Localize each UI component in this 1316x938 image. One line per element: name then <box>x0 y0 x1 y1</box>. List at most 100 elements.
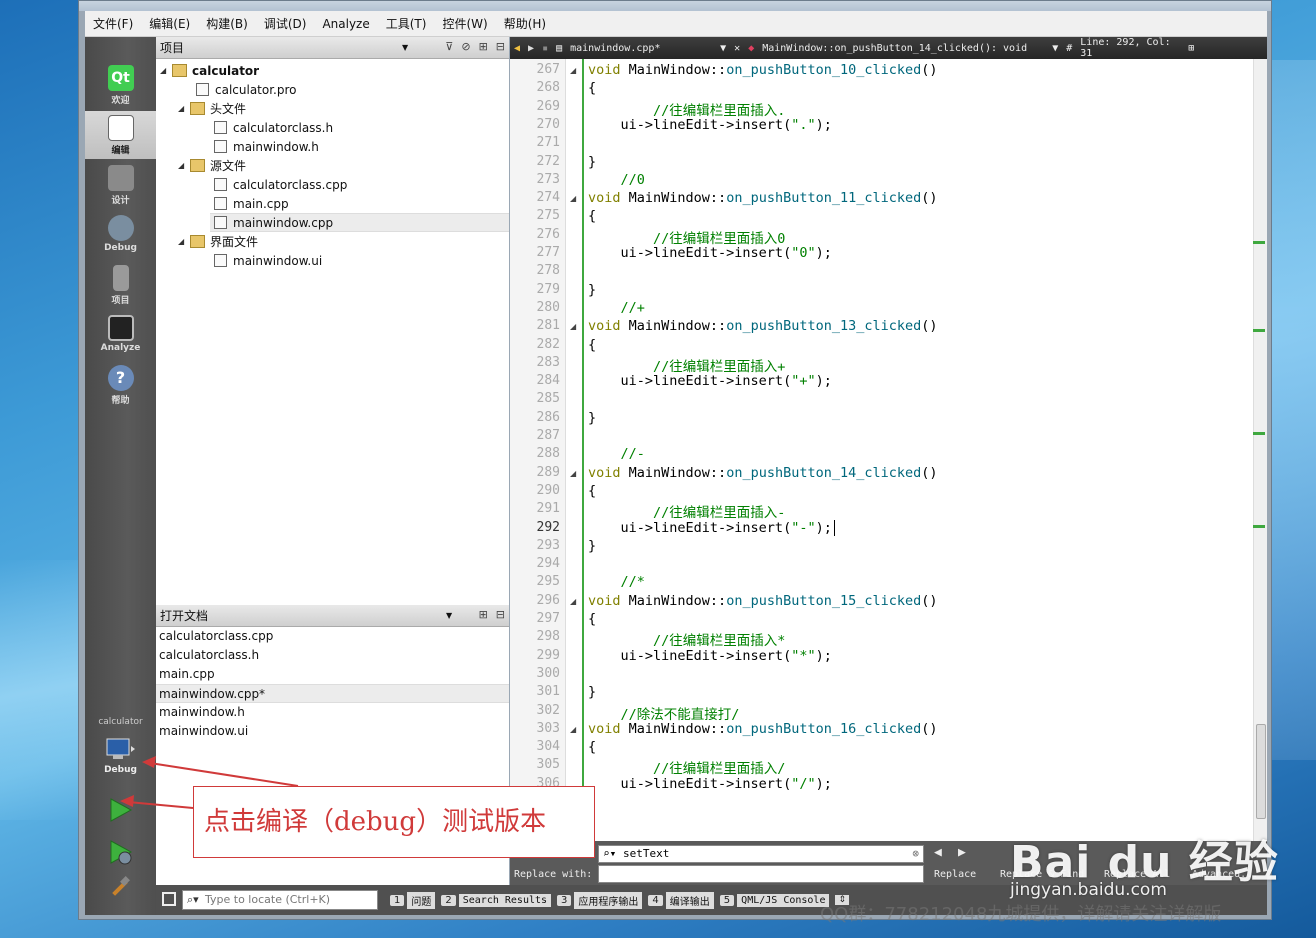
chevron-down-icon[interactable]: ▼ <box>1048 43 1062 54</box>
code-line[interactable]: //往编辑栏里面插入- <box>588 501 785 521</box>
code-line[interactable]: //+ <box>588 300 645 316</box>
find-next-icon[interactable]: ▶ <box>958 845 966 860</box>
tree-node-sources[interactable]: ◢ 源文件 <box>178 156 246 175</box>
code-line[interactable]: //* <box>588 574 645 590</box>
code-line[interactable]: //往编辑栏里面插入0 <box>588 227 785 247</box>
code-line[interactable]: //往编辑栏里面插入. <box>588 99 785 119</box>
symbol-selector[interactable]: MainWindow::on_pushButton_14_clicked(): … <box>758 43 1048 54</box>
menu-build[interactable]: 构建(B) <box>198 15 256 32</box>
fold-marker-icon[interactable]: ◢ <box>570 194 576 203</box>
code-line[interactable]: ui->lineEdit->insert("."); <box>588 117 832 133</box>
forward-arrow-icon[interactable]: ▶ <box>524 43 538 54</box>
code-line[interactable]: { <box>588 208 596 224</box>
output-tab-issues[interactable]: 1 问题 <box>390 891 436 909</box>
find-input[interactable]: ⌕▾ setText ⊗ <box>598 845 924 863</box>
split-editor-icon[interactable]: ⊞ <box>1184 43 1198 54</box>
split-icon[interactable]: ⊞ <box>479 608 488 621</box>
tree-file[interactable]: calculatorclass.h <box>214 118 333 137</box>
collapse-arrow-icon[interactable]: ◢ <box>178 237 190 246</box>
code-line[interactable]: //往编辑栏里面插入+ <box>588 355 785 375</box>
cursor-position[interactable]: Line: 292, Col: 31 <box>1076 37 1184 59</box>
open-doc-item[interactable]: calculatorclass.h <box>156 646 509 665</box>
code-line[interactable]: void MainWindow::on_pushButton_15_clicke… <box>588 593 938 609</box>
code-line[interactable]: } <box>588 282 596 298</box>
open-doc-item[interactable]: main.cpp <box>156 665 509 684</box>
tree-node-pro[interactable]: calculator.pro <box>196 80 297 99</box>
tree-node-root[interactable]: ◢ calculator <box>160 61 259 80</box>
mode-help[interactable]: ? 帮助 <box>85 361 156 409</box>
code-line[interactable]: //- <box>588 446 645 462</box>
code-line[interactable]: ui->lineEdit->insert("-"); <box>588 519 835 536</box>
code-line[interactable]: //除法不能直接打/ <box>588 703 740 723</box>
code-line[interactable]: void MainWindow::on_pushButton_14_clicke… <box>588 465 938 481</box>
fold-marker-icon[interactable]: ◢ <box>570 469 576 478</box>
fold-marker-icon[interactable]: ◢ <box>570 66 576 75</box>
menu-widgets[interactable]: 控件(W) <box>434 15 495 32</box>
close-pane-icon[interactable]: ⊟ <box>496 608 505 621</box>
replace-button[interactable]: Replace <box>934 869 976 880</box>
projects-view-dropdown-icon[interactable]: ▼ <box>402 43 408 52</box>
open-doc-item[interactable]: calculatorclass.cpp <box>156 627 509 646</box>
fold-marker-icon[interactable]: ◢ <box>570 597 576 606</box>
run-play-icon[interactable] <box>107 797 133 826</box>
fold-marker-icon[interactable]: ◢ <box>570 725 576 734</box>
replace-input[interactable] <box>598 865 924 883</box>
menu-file[interactable]: 文件(F) <box>85 15 141 32</box>
code-line[interactable]: } <box>588 410 596 426</box>
code-line[interactable]: { <box>588 611 596 627</box>
code-line[interactable]: ui->lineEdit->insert("/"); <box>588 776 832 792</box>
find-previous-icon[interactable]: ◀ <box>934 845 942 860</box>
start-debugging-icon[interactable] <box>107 839 133 868</box>
scrollbar-thumb[interactable] <box>1256 724 1266 819</box>
back-arrow-icon[interactable]: ◀ <box>510 43 524 54</box>
code-line[interactable]: { <box>588 337 596 353</box>
open-doc-item[interactable]: mainwindow.ui <box>156 722 509 741</box>
menu-tools[interactable]: 工具(T) <box>378 15 435 32</box>
code-line[interactable]: void MainWindow::on_pushButton_13_clicke… <box>588 318 938 334</box>
tree-node-headers[interactable]: ◢ 头文件 <box>178 99 246 118</box>
document-selector[interactable]: mainwindow.cpp* <box>566 43 716 54</box>
code-line[interactable]: } <box>588 154 596 170</box>
output-tab-console[interactable]: 5 QML/JS Console <box>719 893 830 907</box>
chevron-down-icon[interactable]: ▼ <box>716 43 730 54</box>
clear-icon[interactable]: ⊗ <box>912 846 919 862</box>
build-hammer-icon[interactable] <box>107 875 133 904</box>
fold-marker-icon[interactable]: ◢ <box>570 322 576 331</box>
code-line[interactable]: //0 <box>588 172 645 188</box>
menu-debug[interactable]: 调试(D) <box>256 15 315 32</box>
filter-icon[interactable]: ⊽ <box>445 40 453 53</box>
menu-help[interactable]: 帮助(H) <box>496 15 554 32</box>
split-icon[interactable]: ⊞ <box>479 40 488 53</box>
mode-design[interactable]: 设计 <box>85 161 156 209</box>
open-doc-item-selected[interactable]: mainwindow.cpp* <box>156 684 509 703</box>
close-document-icon[interactable]: ✕ <box>730 43 744 54</box>
mode-debug[interactable]: Debug <box>85 211 156 259</box>
link-icon[interactable]: ⊘ <box>461 40 470 53</box>
open-docs-dropdown-icon[interactable]: ▼ <box>446 611 452 620</box>
code-line[interactable]: ui->lineEdit->insert("+"); <box>588 373 832 389</box>
search-icon[interactable]: ⌕▾ <box>603 846 616 862</box>
tree-file[interactable]: mainwindow.h <box>214 137 319 156</box>
mode-analyze[interactable]: Analyze <box>85 311 156 359</box>
menu-edit[interactable]: 编辑(E) <box>141 15 198 32</box>
code-line[interactable]: ui->lineEdit->insert("*"); <box>588 648 832 664</box>
collapse-arrow-icon[interactable]: ◢ <box>178 161 190 170</box>
open-doc-item[interactable]: mainwindow.h <box>156 703 509 722</box>
tree-node-forms[interactable]: ◢ 界面文件 <box>178 232 258 251</box>
tree-file-selected[interactable]: mainwindow.cpp <box>210 213 509 232</box>
vertical-scrollbar[interactable] <box>1253 59 1267 841</box>
tree-file[interactable]: main.cpp <box>214 194 289 213</box>
code-line[interactable]: { <box>588 483 596 499</box>
menu-analyze[interactable]: Analyze <box>314 17 377 31</box>
tree-file[interactable]: mainwindow.ui <box>214 251 322 270</box>
code-line[interactable]: ui->lineEdit->insert("0"); <box>588 245 832 261</box>
code-line[interactable]: //往编辑栏里面插入/ <box>588 757 785 777</box>
output-tab-compile[interactable]: 4 编译输出 <box>648 891 714 909</box>
close-pane-icon[interactable]: ⊟ <box>496 40 505 53</box>
output-tab-search[interactable]: 2 Search Results <box>441 893 552 907</box>
kit-selector-icon[interactable] <box>105 737 135 761</box>
code-line[interactable]: void MainWindow::on_pushButton_10_clicke… <box>588 62 938 78</box>
collapse-arrow-icon[interactable]: ◢ <box>178 104 190 113</box>
code-line[interactable]: //往编辑栏里面插入* <box>588 629 785 649</box>
code-line[interactable]: void MainWindow::on_pushButton_11_clicke… <box>588 190 938 206</box>
